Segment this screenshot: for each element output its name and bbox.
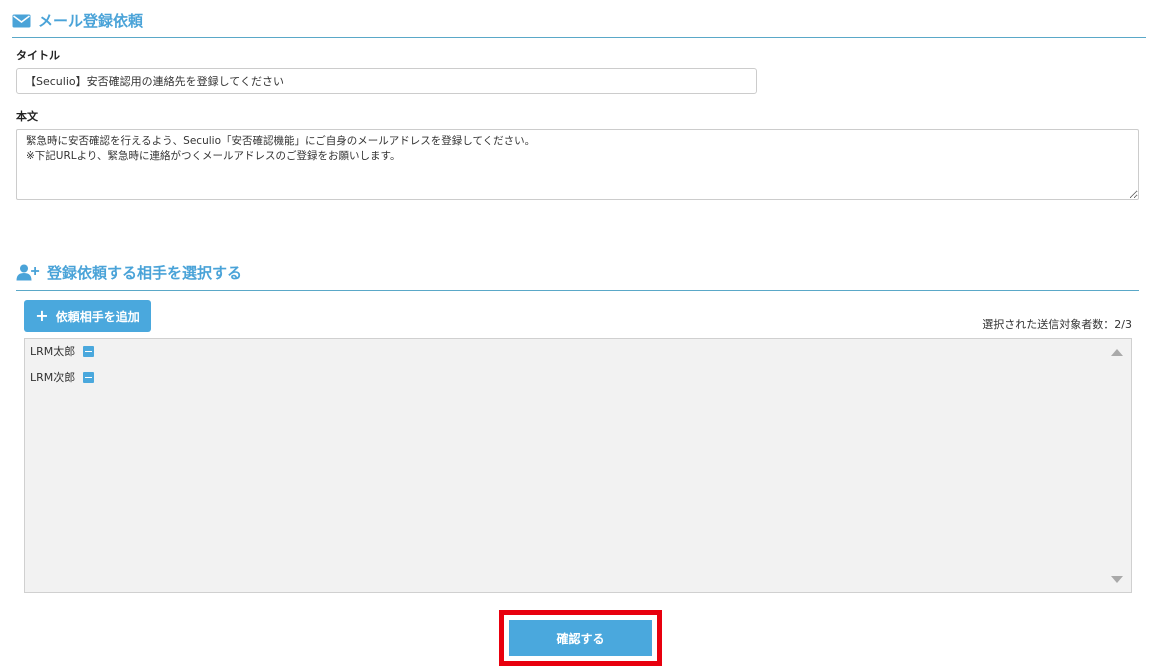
recipient-section-title: 登録依頼する相手を選択する xyxy=(47,264,243,282)
mail-section-header: メール登録依頼 xyxy=(12,4,1146,38)
remove-icon[interactable] xyxy=(83,345,95,357)
mail-registration-page: メール登録依頼 タイトル 本文 緊急時に安否確認を行えるよう、Seculio「安… xyxy=(0,0,1159,671)
recipient-list: LRM太郎 LRM次郎 xyxy=(24,338,1132,593)
envelope-icon xyxy=(12,14,31,28)
recipient-name: LRM次郎 xyxy=(30,371,76,384)
plus-icon: + xyxy=(35,306,49,325)
add-recipient-label: 依頼相手を追加 xyxy=(55,309,140,324)
list-item: LRM次郎 xyxy=(30,369,95,385)
recipient-count-value: 2/3 xyxy=(1114,318,1132,331)
recipient-name: LRM太郎 xyxy=(30,345,76,358)
recipient-count: 選択された送信対象者数：2/3 xyxy=(982,316,1132,332)
recipient-count-label: 選択された送信対象者数： xyxy=(982,318,1115,331)
body-textarea[interactable]: 緊急時に安否確認を行えるよう、Seculio「安否確認機能」にご自身のメールアド… xyxy=(16,129,1139,200)
confirm-button[interactable]: 確認する xyxy=(509,620,652,656)
title-label: タイトル xyxy=(16,49,60,62)
scroll-up-arrow-icon[interactable] xyxy=(1111,349,1123,356)
user-plus-icon xyxy=(16,264,40,281)
scroll-down-arrow-icon[interactable] xyxy=(1111,576,1123,583)
add-recipient-button[interactable]: + 依頼相手を追加 xyxy=(24,300,151,332)
remove-icon[interactable] xyxy=(83,371,95,383)
list-item: LRM太郎 xyxy=(30,343,95,359)
mail-section-title: メール登録依頼 xyxy=(38,12,144,30)
title-input[interactable] xyxy=(16,68,757,94)
body-label: 本文 xyxy=(16,110,38,123)
recipient-section-header: 登録依頼する相手を選択する xyxy=(16,255,1139,291)
